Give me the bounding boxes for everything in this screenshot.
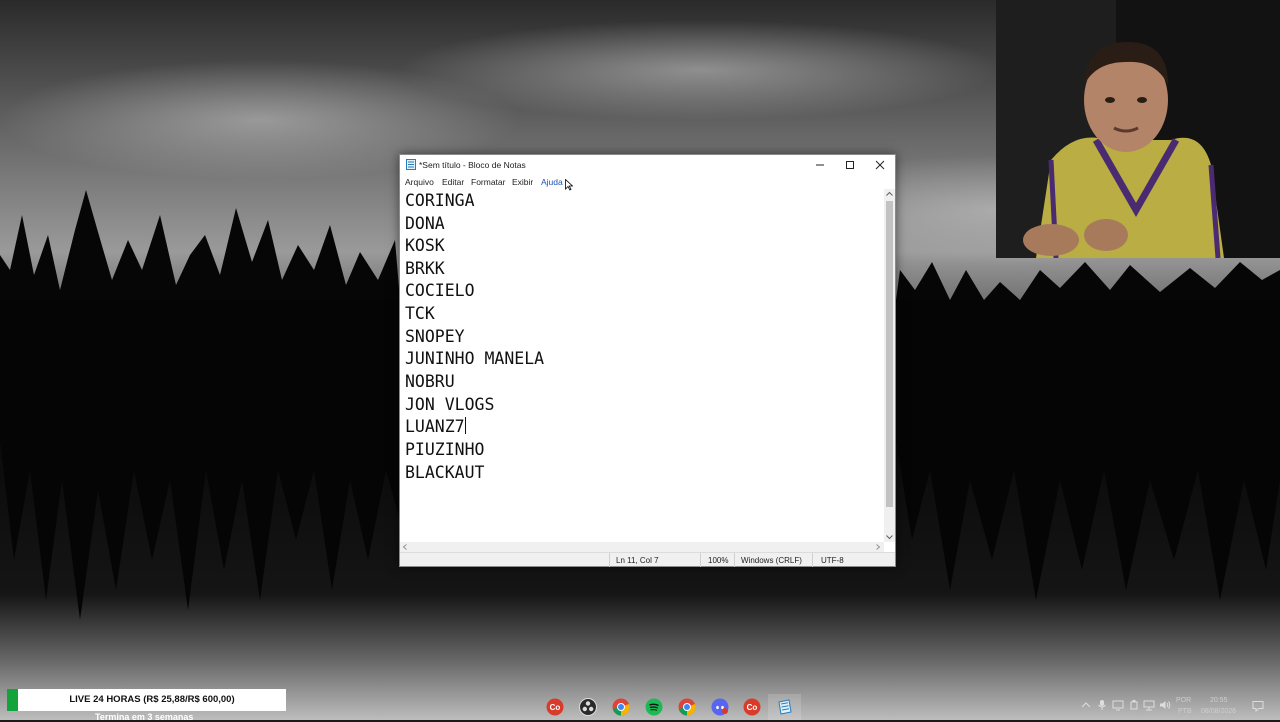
discord-icon[interactable] [711, 698, 729, 716]
text-line: CORINGA [405, 191, 475, 210]
clock-time[interactable]: 20:55 [1210, 697, 1228, 704]
maximize-icon [846, 161, 854, 169]
menu-arquivo[interactable]: Arquivo [405, 177, 434, 187]
text-line-current: LUANZ7 [405, 416, 466, 438]
input-language[interactable]: POR [1176, 697, 1191, 704]
maximize-button[interactable] [835, 155, 865, 175]
encoding: UTF-8 [821, 556, 844, 565]
scroll-left-icon[interactable] [401, 543, 409, 551]
cocielo-alt-icon[interactable]: Co [743, 698, 761, 716]
spotify-icon[interactable] [645, 698, 663, 716]
cocielo-icon[interactable]: Co [546, 698, 564, 716]
line-ending: Windows (CRLF) [741, 556, 802, 565]
current-line-text: LUANZ7 [405, 417, 465, 436]
cursor-position: Ln 11, Col 7 [616, 556, 659, 565]
close-button[interactable] [865, 155, 895, 175]
status-separator [700, 553, 701, 567]
usb-icon[interactable] [1128, 699, 1140, 711]
text-line: JON VLOGS [405, 395, 495, 414]
notification-icon[interactable] [1252, 700, 1264, 712]
status-separator [609, 553, 610, 567]
clock-date[interactable]: 08/08/2026 [1201, 708, 1236, 715]
scroll-down-icon[interactable] [885, 533, 894, 541]
text-line: PIUZINHO [405, 440, 485, 459]
vertical-scrollbar[interactable] [884, 189, 895, 542]
webcam-overlay [996, 0, 1280, 258]
notepad-app-icon [406, 159, 416, 170]
menu-formatar[interactable]: Formatar [471, 177, 505, 187]
status-separator [734, 553, 735, 567]
text-editor-area[interactable]: CORINGA DONA KOSK BRKK COCIELO TCK SNOPE… [400, 189, 884, 542]
chrome-icon[interactable] [612, 698, 630, 716]
text-line: KOSK [405, 236, 445, 255]
text-caret [464, 417, 466, 434]
horizontal-scrollbar[interactable] [400, 542, 884, 552]
text-line: BLACKAUT [405, 463, 485, 482]
minimize-icon [816, 164, 824, 166]
obs-icon[interactable] [579, 698, 597, 716]
text-line: TCK [405, 304, 435, 323]
text-line: DONA [405, 214, 445, 233]
display-icon[interactable] [1112, 699, 1124, 711]
microphone-icon[interactable] [1096, 699, 1108, 711]
vertical-scroll-thumb[interactable] [886, 201, 893, 507]
scroll-up-icon[interactable] [885, 190, 894, 198]
keyboard-layout[interactable]: PTB [1178, 708, 1192, 715]
text-line: BRKK [405, 259, 445, 278]
zoom-level: 100% [708, 556, 729, 565]
close-icon [875, 160, 885, 170]
text-line: NOBRU [405, 372, 455, 391]
window-title: *Sem título - Bloco de Notas [419, 160, 526, 170]
scroll-right-icon[interactable] [874, 543, 882, 551]
status-separator [812, 553, 813, 567]
text-line: COCIELO [405, 281, 475, 300]
menu-ajuda[interactable]: Ajuda [541, 177, 563, 187]
text-line: JUNINHO MANELA [405, 349, 545, 368]
notepad-window: *Sem título - Bloco de Notas Arquivo Edi… [399, 154, 896, 567]
menu-bar: Arquivo Editar Formatar Exibir Ajuda [400, 175, 895, 191]
menu-exibir[interactable]: Exibir [512, 177, 533, 187]
chevron-up-icon[interactable] [1080, 699, 1092, 711]
menu-editar[interactable]: Editar [442, 177, 464, 187]
chrome-alt-icon[interactable] [678, 698, 696, 716]
svg-text:Co: Co [550, 703, 561, 712]
text-line: SNOPEY [405, 327, 465, 346]
title-bar[interactable]: *Sem título - Bloco de Notas [400, 155, 895, 175]
network-icon[interactable] [1143, 699, 1155, 711]
volume-icon[interactable] [1159, 699, 1171, 711]
status-bar: Ln 11, Col 7 100% Windows (CRLF) UTF-8 [400, 552, 895, 567]
notepad-icon[interactable] [776, 698, 794, 716]
minimize-button[interactable] [805, 155, 835, 175]
svg-text:Co: Co [747, 703, 758, 712]
